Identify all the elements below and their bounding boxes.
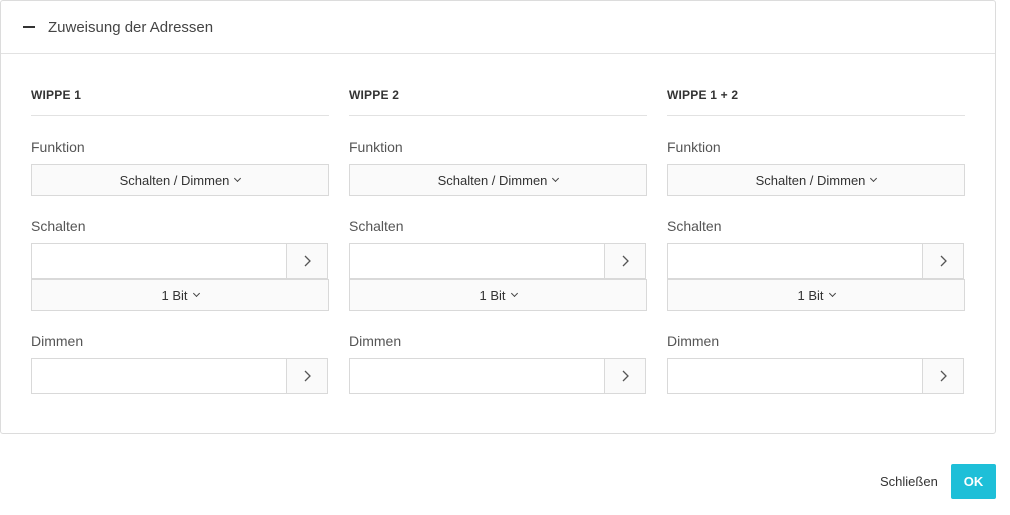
schalten-label: Schalten [667,218,722,234]
funktion-value: Schalten / Dimmen [755,172,866,188]
ok-button[interactable]: OK [951,464,996,499]
dimmen-select-button[interactable] [922,358,964,394]
chevron-right-icon [940,370,947,382]
schalten-input-group [667,243,964,279]
schalten-address-input[interactable] [667,243,922,279]
bit-value: 1 Bit [797,287,824,303]
bit-dropdown[interactable]: 1 Bit [31,279,329,311]
funktion-label: Funktion [667,139,721,155]
chevron-right-icon [622,255,629,267]
chevron-down-icon [828,289,836,297]
dimmen-label: Dimmen [31,333,84,349]
schalten-select-button[interactable] [922,243,964,279]
column-title: WIPPE 1 [31,88,82,102]
funktion-value: Schalten / Dimmen [119,172,230,188]
schalten-address-input[interactable] [31,243,286,279]
schalten-label: Schalten [31,218,86,234]
dimmen-address-input[interactable] [349,358,604,394]
chevron-right-icon [940,255,947,267]
schalten-label: Schalten [349,218,404,234]
chevron-down-icon [552,174,560,182]
dimmen-input-group [349,358,646,394]
panel-header[interactable]: Zuweisung der Adressen [1,1,995,54]
dimmen-select-button[interactable] [286,358,328,394]
chevron-down-icon [870,174,878,182]
chevron-down-icon [192,289,200,297]
column-divider [31,115,329,116]
funktion-value: Schalten / Dimmen [437,172,548,188]
schalten-address-input[interactable] [349,243,604,279]
dimmen-input-group [31,358,328,394]
chevron-down-icon [234,174,242,182]
funktion-label: Funktion [31,139,85,155]
dimmen-address-input[interactable] [31,358,286,394]
column-divider [667,115,965,116]
bit-dropdown[interactable]: 1 Bit [667,279,965,311]
bit-dropdown[interactable]: 1 Bit [349,279,647,311]
column-title: WIPPE 1 + 2 [667,88,739,102]
dimmen-label: Dimmen [349,333,402,349]
bit-value: 1 Bit [479,287,506,303]
schalten-input-group [31,243,328,279]
column-title: WIPPE 2 [349,88,400,102]
schalten-select-button[interactable] [286,243,328,279]
bit-value: 1 Bit [161,287,188,303]
dimmen-input-group [667,358,964,394]
funktion-dropdown[interactable]: Schalten / Dimmen [31,164,329,196]
dimmen-select-button[interactable] [604,358,646,394]
column-divider [349,115,647,116]
chevron-right-icon [304,255,311,267]
dimmen-label: Dimmen [667,333,720,349]
panel-title: Zuweisung der Adressen [48,18,214,36]
chevron-down-icon [510,289,518,297]
dimmen-address-input[interactable] [667,358,922,394]
funktion-label: Funktion [349,139,403,155]
chevron-right-icon [622,370,629,382]
schalten-select-button[interactable] [604,243,646,279]
funktion-dropdown[interactable]: Schalten / Dimmen [667,164,965,196]
funktion-dropdown[interactable]: Schalten / Dimmen [349,164,647,196]
chevron-right-icon [304,370,311,382]
close-button[interactable]: Schließen [880,474,938,489]
schalten-input-group [349,243,646,279]
minus-icon[interactable] [23,26,35,28]
address-assignment-panel: Zuweisung der Adressen WIPPE 1 Funktion … [0,0,996,434]
